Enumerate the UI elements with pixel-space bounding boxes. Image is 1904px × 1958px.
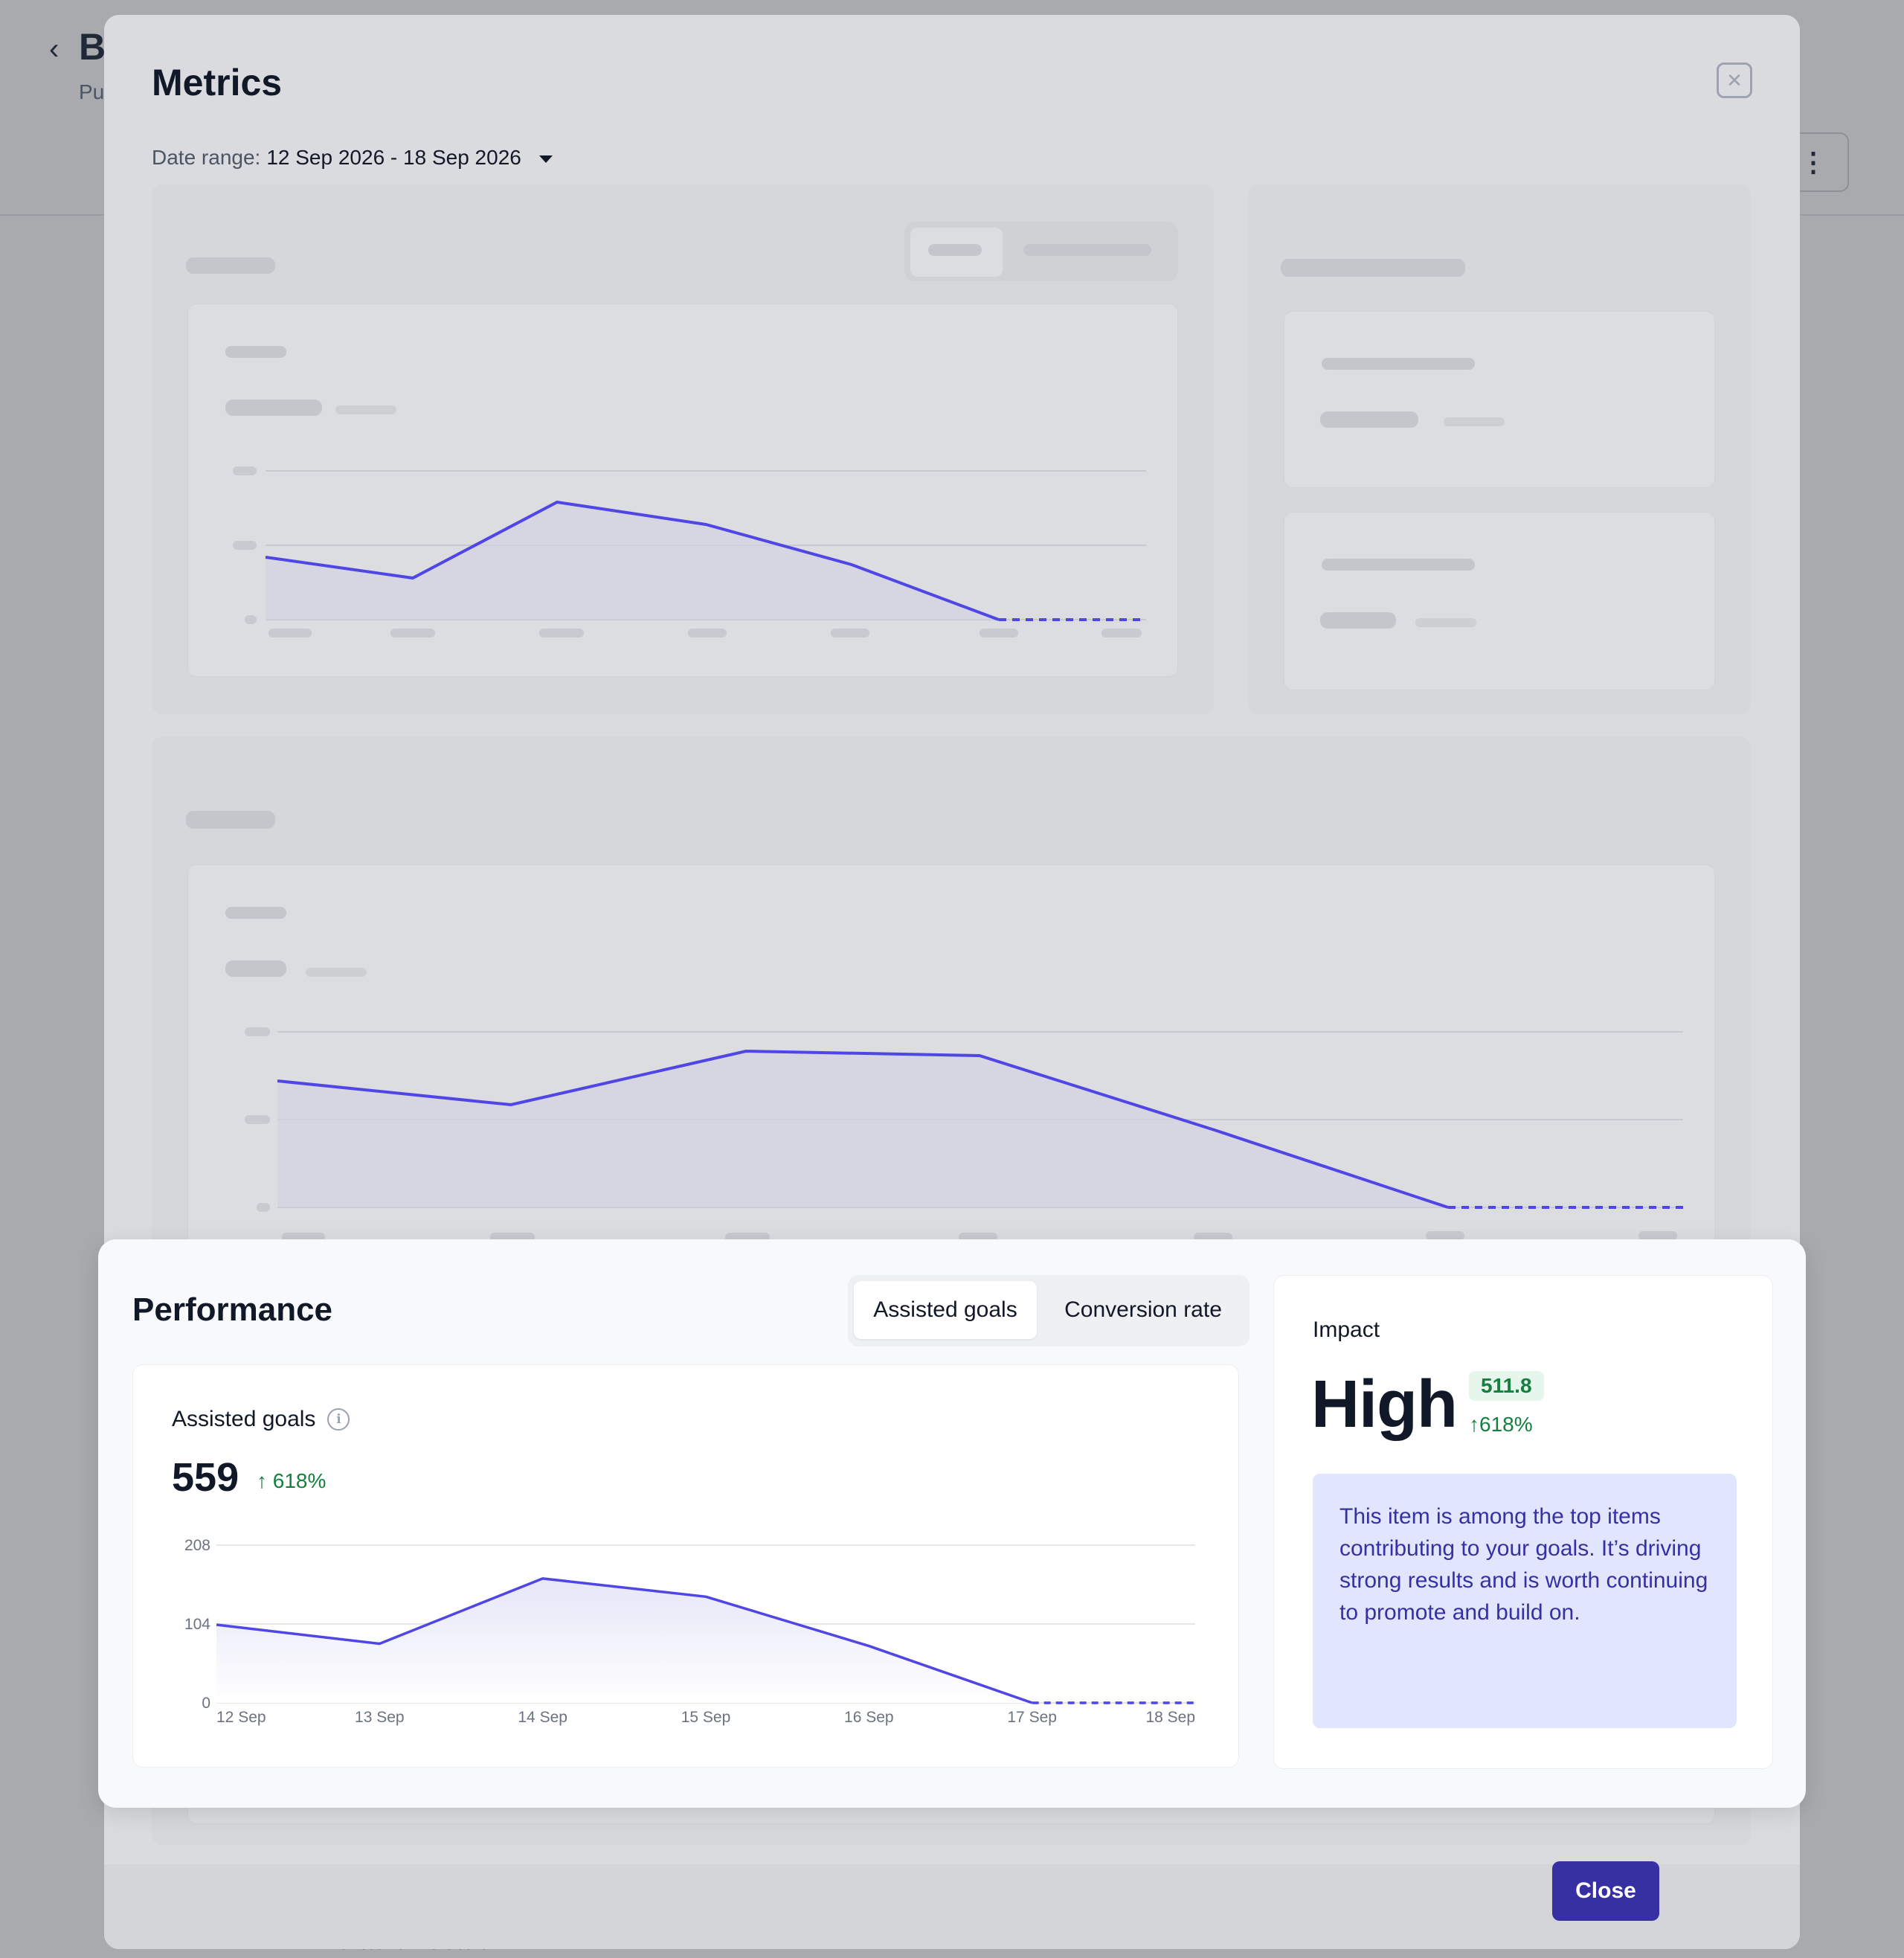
modal-footer — [104, 1864, 1800, 1949]
impact-delta: ↑618% — [1469, 1413, 1533, 1437]
x-tick-label: 16 Sep — [844, 1709, 894, 1726]
tab-assisted-goals[interactable]: Assisted goals — [854, 1281, 1037, 1339]
impact-delta-value: 618% — [1479, 1413, 1533, 1436]
y-tick-label: 0 — [202, 1695, 210, 1712]
performance-card: Performance Assisted goals Conversion ra… — [98, 1239, 1806, 1808]
skeleton-chart-1 — [233, 466, 1146, 638]
impact-card: Impact High 511.8 ↑618% This item is amo… — [1273, 1275, 1773, 1769]
assisted-goals-chart-card: Assisted goals i 559 ↑ 618% 0 104 208 12 Se… — [132, 1364, 1239, 1768]
series-area — [216, 1578, 1032, 1703]
y-tick-label: 104 — [184, 1616, 210, 1633]
x-tick-label: 12 Sep — [216, 1709, 266, 1726]
impact-value: High — [1311, 1367, 1458, 1442]
back-chevron-icon[interactable]: ‹ — [49, 33, 59, 66]
x-tick-label: 18 Sep — [1145, 1709, 1195, 1726]
skeleton-panel-performance — [152, 184, 1214, 714]
close-button[interactable]: Close — [1552, 1861, 1659, 1921]
assisted-goals-chart: 0 104 208 12 Sep 13 Sep 14 Sep 15 Sep 16 Sep 17 … — [184, 1537, 1195, 1726]
date-range-value: 12 Sep 2026 - 18 Sep 2026 — [266, 146, 521, 169]
y-tick-label: 208 — [184, 1537, 210, 1554]
arrow-up-icon: ↑ — [1469, 1413, 1479, 1436]
modal-title: Metrics — [152, 62, 283, 103]
metric-toggle: Assisted goals Conversion rate — [848, 1275, 1250, 1346]
performance-title: Performance — [132, 1291, 333, 1328]
impact-score-badge: 511.8 — [1469, 1371, 1544, 1401]
background-title: B — [79, 26, 106, 68]
date-range-label: Date range: — [152, 146, 261, 169]
chevron-down-icon — [538, 155, 553, 163]
impact-note: This item is among the top items contrib… — [1313, 1474, 1737, 1728]
x-tick-label: 15 Sep — [681, 1709, 731, 1726]
x-tick-label: 13 Sep — [355, 1709, 405, 1726]
background-subtitle: Pu — [79, 80, 105, 103]
impact-label: Impact — [1313, 1317, 1380, 1342]
x-tick-label: 17 Sep — [1007, 1709, 1057, 1726]
skeleton-panel-impact — [1248, 184, 1751, 714]
close-icon[interactable]: ✕ — [1717, 62, 1752, 98]
date-range-selector[interactable]: Date range: 12 Sep 2026 - 18 Sep 2026 — [152, 146, 553, 170]
tab-conversion-rate[interactable]: Conversion rate — [1043, 1281, 1244, 1339]
x-tick-label: 14 Sep — [518, 1709, 567, 1726]
